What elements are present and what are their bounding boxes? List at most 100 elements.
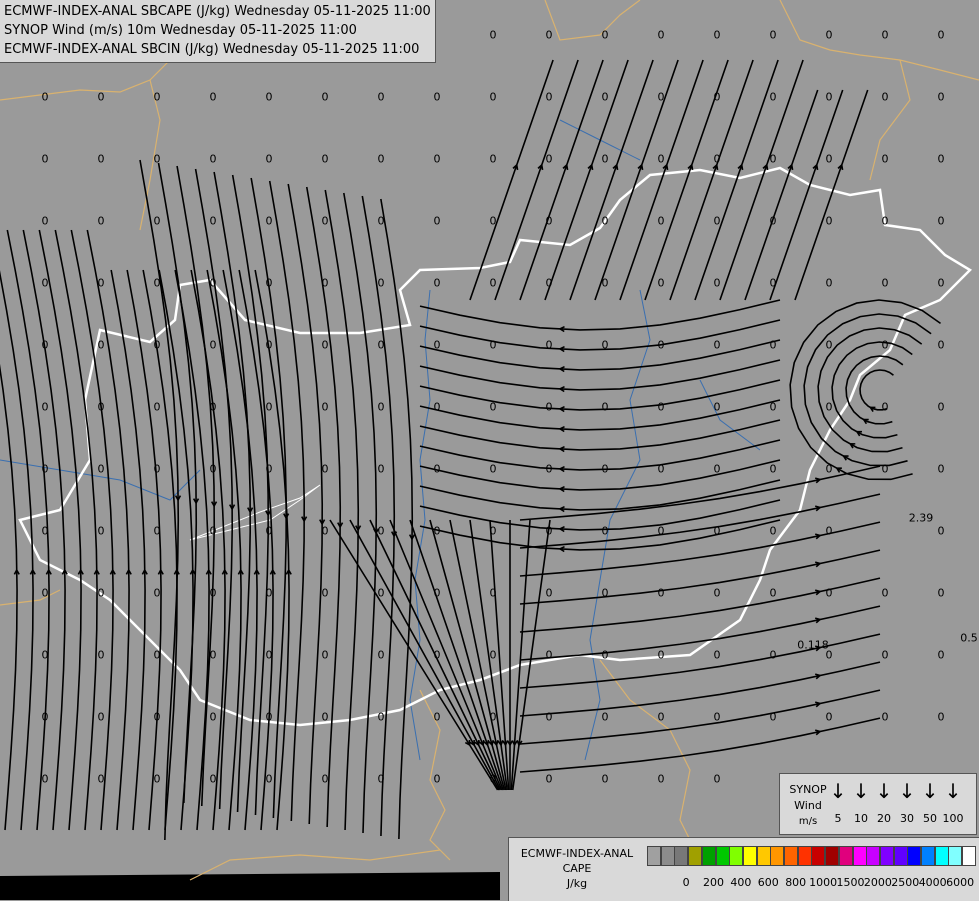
- cin-value-label: 0: [265, 400, 273, 414]
- cin-value-label: 0: [769, 276, 777, 290]
- cin-value-label: 0: [377, 400, 385, 414]
- synop-legend-title: SYNOP: [789, 783, 827, 796]
- cin-value-label: 0: [321, 90, 329, 104]
- down-arrow-icon: ↓: [852, 779, 870, 803]
- cin-value-label: 0: [433, 338, 441, 352]
- cin-value-label: 0: [657, 710, 665, 724]
- cin-value-label: 0: [881, 28, 889, 42]
- cin-value-label: 0: [321, 276, 329, 290]
- cin-value-label: 0: [377, 648, 385, 662]
- cin-value-label: 0: [265, 772, 273, 786]
- cin-value-label: 0: [489, 648, 497, 662]
- cin-value-label: 0: [377, 586, 385, 600]
- cin-value-label: 0: [489, 772, 497, 786]
- cin-value-label: 0: [41, 400, 49, 414]
- cin-value-label: 0: [825, 462, 833, 476]
- cin-value-label: 0: [209, 400, 217, 414]
- cape-color-swatch: [770, 846, 785, 866]
- cin-value-label: 0: [489, 710, 497, 724]
- cin-value-label: 0: [881, 400, 889, 414]
- cape-color-swatch: [811, 846, 826, 866]
- cin-value-label: 0: [601, 276, 609, 290]
- cin-value-label: 0: [321, 152, 329, 166]
- cin-value-label: 0: [265, 152, 273, 166]
- cin-value-label: 0: [713, 338, 721, 352]
- cin-value-label: 0: [41, 276, 49, 290]
- cin-value-label: 0: [433, 400, 441, 414]
- cin-value-label: 0: [377, 710, 385, 724]
- cape-color-swatch: [879, 846, 894, 866]
- cin-value-label: 0: [209, 214, 217, 228]
- cin-value-label: 0: [433, 586, 441, 600]
- cin-value-label: 0: [153, 214, 161, 228]
- cin-value-label: 0: [769, 338, 777, 352]
- cin-value-label: 0: [769, 28, 777, 42]
- cin-value-label: 0: [153, 462, 161, 476]
- cin-value-label: 0: [937, 462, 945, 476]
- synop-speed-label: 50: [923, 812, 937, 825]
- cin-value-label: 0: [881, 710, 889, 724]
- cape-color-swatch: [866, 846, 881, 866]
- cin-value-label: 0: [825, 524, 833, 538]
- cin-value-label: 0: [937, 152, 945, 166]
- cin-value-label: 0: [713, 524, 721, 538]
- cin-value-label: 0: [825, 90, 833, 104]
- wind-title: SYNOP Wind (m/s) 10m Wednesday 05-11-202…: [4, 23, 357, 38]
- cape-legend-unit: J/kg: [566, 877, 588, 890]
- cin-value-label: 0: [713, 276, 721, 290]
- cin-value-label: 0: [769, 400, 777, 414]
- cin-value-label: 0: [937, 648, 945, 662]
- cin-value-label: 0: [881, 462, 889, 476]
- cin-value-label: 0: [321, 710, 329, 724]
- synop-speed-label: 5: [834, 812, 842, 825]
- cin-value-label: 0: [657, 462, 665, 476]
- cin-value-label: 0: [209, 772, 217, 786]
- cin-value-label: 0: [433, 152, 441, 166]
- cin-value-label: 0: [97, 586, 105, 600]
- cin-value-label: 0: [937, 214, 945, 228]
- cin-value-label: 0: [321, 586, 329, 600]
- cin-value-label: 0: [265, 276, 273, 290]
- cin-value-label: 0: [209, 648, 217, 662]
- cin-value-label: 0: [937, 338, 945, 352]
- cape-tick-label: 4000: [918, 876, 947, 889]
- cin-value-label: 0: [657, 276, 665, 290]
- cin-value-label: 0: [937, 710, 945, 724]
- cin-value-label: 0: [713, 400, 721, 414]
- cin-value-label: 0: [433, 710, 441, 724]
- cin-value-label: 0: [433, 648, 441, 662]
- cin-value-label: 0: [825, 214, 833, 228]
- cape-tick-label: 1000: [809, 876, 838, 889]
- cin-value-label: 0: [937, 400, 945, 414]
- cin-value-label: 0: [601, 90, 609, 104]
- cin-value-label: 0: [825, 28, 833, 42]
- cape-color-swatch: [715, 846, 730, 866]
- cin-value-label: 0: [601, 772, 609, 786]
- cin-value-label: 0: [657, 214, 665, 228]
- cin-value-label: 0: [881, 586, 889, 600]
- cin-value-label: 0: [41, 152, 49, 166]
- cin-value-label: 0: [153, 338, 161, 352]
- cape-color-swatch: [729, 846, 744, 866]
- cin-value-label: 0: [377, 90, 385, 104]
- cin-value-label: 0: [153, 90, 161, 104]
- cin-value-label: 0: [377, 338, 385, 352]
- cin-value-label: 0: [97, 462, 105, 476]
- cape-color-swatch: [921, 846, 935, 866]
- cin-value-label: 0: [545, 586, 553, 600]
- cin-value-label: 0: [433, 462, 441, 476]
- cape-tick-label: 1500: [836, 876, 865, 889]
- cin-value-label: 0: [97, 152, 105, 166]
- cin-value-label: 0: [489, 28, 497, 42]
- cin-value-label: 0: [97, 772, 105, 786]
- cin-value-label: 0: [41, 772, 49, 786]
- cin-value-label: 0: [321, 338, 329, 352]
- cin-value-label: 0: [41, 586, 49, 600]
- cin-value-label: 0: [601, 462, 609, 476]
- cin-value-label: 0: [657, 152, 665, 166]
- cin-value-label: 0: [713, 710, 721, 724]
- synop-speed-label: 10: [854, 812, 868, 825]
- cin-value-label: 0: [881, 276, 889, 290]
- map-canvas: [0, 0, 979, 900]
- cin-value-label: 0: [545, 90, 553, 104]
